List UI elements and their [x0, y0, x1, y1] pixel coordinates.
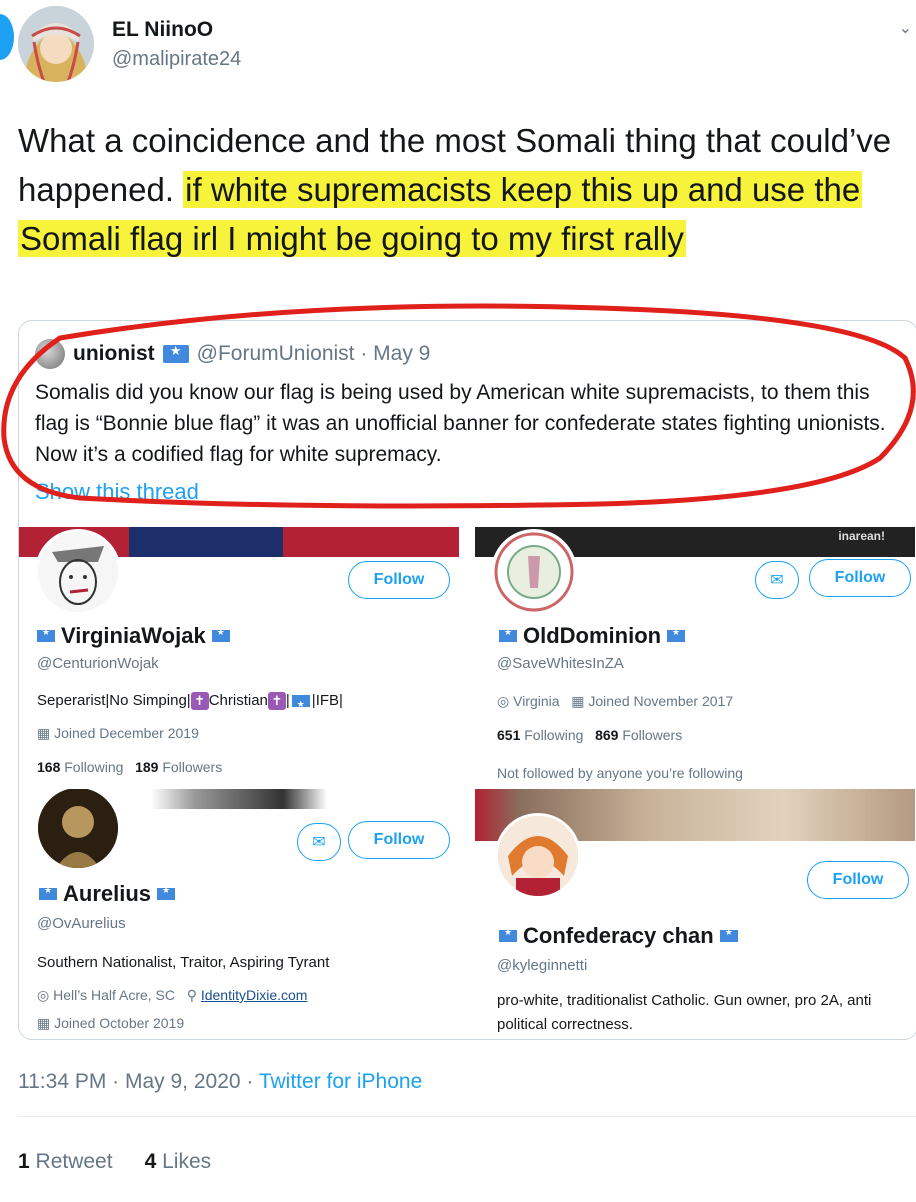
tweet-stats: 1 Retweet 4 Likes: [18, 1150, 211, 1174]
flag-badge-icon: [37, 627, 55, 642]
profile-location-website: ◎ Hell’s Half Acre, SC ⚲ IdentityDixie.c…: [37, 987, 308, 1003]
quoted-tweet[interactable]: unionist @ForumUnionist · May 9 Somalis …: [18, 320, 916, 1040]
profile-cards-image[interactable]: Follow VirginiaWojak @CenturionWojak Sep…: [19, 527, 916, 1039]
profile-location-joined: ◎ Virginia ▦ Joined November 2017: [497, 693, 734, 709]
profile-card-virginiawojak: Follow VirginiaWojak @CenturionWojak Sep…: [19, 527, 459, 785]
profile-card-olddominion: inarean! ✉ Follow OldDominion @SaveWhite…: [475, 527, 915, 789]
profile-bio: pro-white, traditionalist Catholic. Gun …: [497, 992, 872, 1033]
profile-stats: 651 Following 869 Followers: [497, 727, 683, 743]
follow-button[interactable]: Follow: [348, 821, 450, 859]
like-count[interactable]: 4 Likes: [145, 1150, 212, 1174]
profile-avatar: [35, 789, 121, 871]
profile-handle: @OvAurelius: [37, 915, 126, 932]
profile-indicator: [0, 14, 14, 60]
profile-name: Confederacy chan: [497, 923, 740, 949]
profile-handle: @CenturionWojak: [37, 655, 159, 672]
profile-website-link[interactable]: IdentityDixie.com: [201, 987, 308, 1003]
quoted-tweet-header: unionist @ForumUnionist · May 9: [35, 339, 430, 369]
chevron-down-icon[interactable]: ⌄: [899, 18, 912, 38]
profile-card-aurelius: ✉ Follow Aurelius @OvAurelius Southern N…: [19, 789, 459, 1039]
author-name[interactable]: EL NiinoO: [112, 18, 213, 42]
author-handle[interactable]: @malipirate24: [112, 48, 241, 71]
flag-badge-icon: [39, 885, 57, 900]
cross-icon: ✝: [267, 692, 286, 710]
follow-button[interactable]: Follow: [809, 559, 911, 597]
quoted-tweet-body: Somalis did you know our flag is being u…: [35, 381, 886, 466]
flag-badge-icon: [291, 692, 310, 716]
follow-button[interactable]: Follow: [807, 861, 909, 899]
location-icon: ◎: [497, 693, 510, 709]
flag-badge-icon: [157, 885, 176, 900]
flag-badge-icon: [499, 927, 517, 942]
profile-avatar: [35, 529, 121, 615]
message-icon: ✉: [770, 572, 784, 589]
calendar-icon: ▦: [571, 693, 585, 709]
quoted-author-name[interactable]: unionist: [73, 342, 155, 366]
quoted-author-meta: @ForumUnionist · May 9: [196, 342, 431, 365]
profile-name: OldDominion: [497, 623, 687, 649]
divider: [18, 1116, 916, 1117]
profile-stats: 168 Following 189 Followers: [37, 759, 223, 775]
profile-name: Aurelius: [37, 881, 177, 907]
flag-badge-icon: [499, 627, 517, 642]
message-button[interactable]: ✉: [755, 561, 799, 599]
flag-badge-icon: [162, 343, 189, 363]
profile-handle: @kyleginnetti: [497, 957, 588, 974]
profile-joined: ▦ Joined December 2019: [37, 725, 199, 741]
retweet-count[interactable]: 1 Retweet: [18, 1150, 113, 1174]
profile-note: Not followed by anyone you’re following: [497, 765, 743, 781]
location-icon: ◎: [37, 987, 50, 1003]
profile-bio: Seperarist|No Simping|✝Christian✝||IFB|: [37, 689, 343, 716]
profile-joined: ▦ Joined October 2019: [37, 1015, 185, 1031]
link-icon: ⚲: [186, 987, 197, 1003]
calendar-icon: ▦: [37, 1015, 51, 1031]
follow-button[interactable]: Follow: [348, 561, 450, 599]
show-thread-link[interactable]: Show this thread: [35, 479, 199, 505]
profile-avatar: [491, 529, 577, 615]
profile-avatar: [495, 813, 581, 899]
flag-badge-icon: [719, 927, 738, 942]
quoted-author-avatar[interactable]: [35, 339, 65, 369]
tweet-timestamp: 11:34 PM · May 9, 2020 · Twitter for iPh…: [18, 1070, 423, 1093]
tweet-text: What a coincidence and the most Somali t…: [18, 116, 908, 263]
profile-card-confederacy-chan: Follow Confederacy chan @kyleginnetti pr…: [475, 789, 915, 1039]
calendar-icon: ▦: [37, 725, 51, 741]
message-icon: ✉: [312, 834, 326, 851]
author-avatar[interactable]: [18, 6, 94, 82]
flag-badge-icon: [211, 627, 230, 642]
cross-icon: ✝: [190, 692, 209, 710]
profile-name: VirginiaWojak: [35, 623, 232, 649]
tweet-source-link[interactable]: Twitter for iPhone: [259, 1070, 422, 1093]
profile-bio: Southern Nationalist, Traitor, Aspiring …: [37, 954, 330, 971]
profile-handle: @SaveWhitesInZA: [497, 655, 624, 672]
message-button[interactable]: ✉: [297, 823, 341, 861]
flag-badge-icon: [667, 627, 686, 642]
